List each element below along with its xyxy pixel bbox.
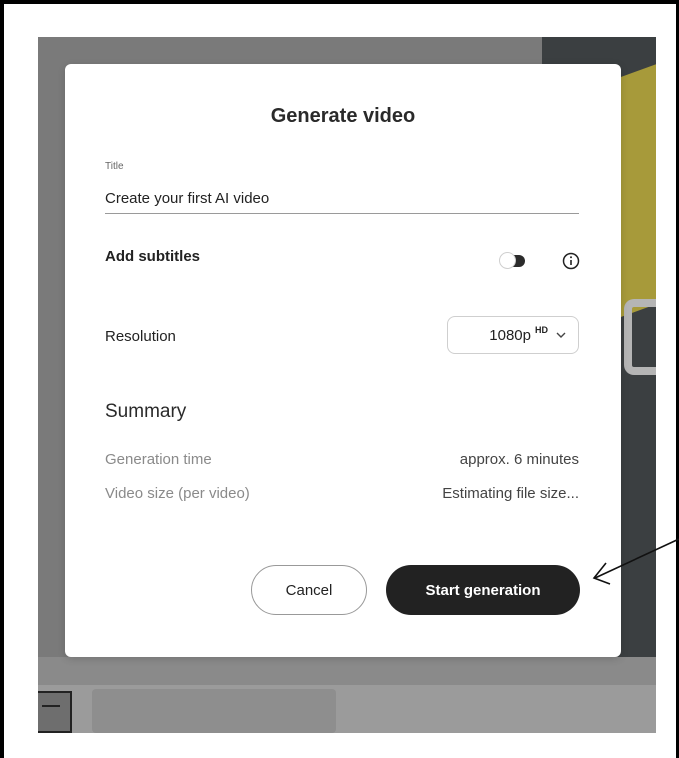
summary-heading: Summary	[105, 401, 187, 422]
cancel-button[interactable]: Cancel	[251, 565, 367, 615]
summary-value: Estimating file size...	[442, 485, 579, 502]
title-field-label: Title	[105, 161, 124, 172]
resolution-select[interactable]: 1080p HD	[447, 316, 579, 354]
summary-key: Video size (per video)	[105, 485, 250, 502]
background-timeline-bar	[38, 657, 656, 685]
start-generation-button[interactable]: Start generation	[386, 565, 580, 615]
background-bracket-shape	[624, 299, 656, 375]
add-subtitles-label: Add subtitles	[105, 248, 201, 265]
summary-key: Generation time	[105, 451, 212, 468]
generate-video-dialog: Generate video Title Add subtitles Resol…	[65, 64, 621, 657]
resolution-value: 1080p	[489, 326, 531, 344]
dialog-title: Generate video	[270, 105, 416, 127]
resolution-label: Resolution	[105, 328, 176, 345]
info-icon[interactable]	[562, 252, 580, 270]
subtitles-toggle[interactable]	[499, 252, 525, 269]
timeline-thumbnail[interactable]	[38, 691, 72, 733]
chevron-down-icon	[556, 332, 566, 338]
arrow-annotation-icon	[592, 538, 679, 585]
summary-value: approx. 6 minutes	[459, 451, 579, 468]
toggle-knob	[499, 252, 516, 269]
hd-badge: HD	[535, 325, 548, 335]
title-input[interactable]	[105, 183, 579, 214]
timeline-thumbnail[interactable]	[92, 689, 336, 733]
